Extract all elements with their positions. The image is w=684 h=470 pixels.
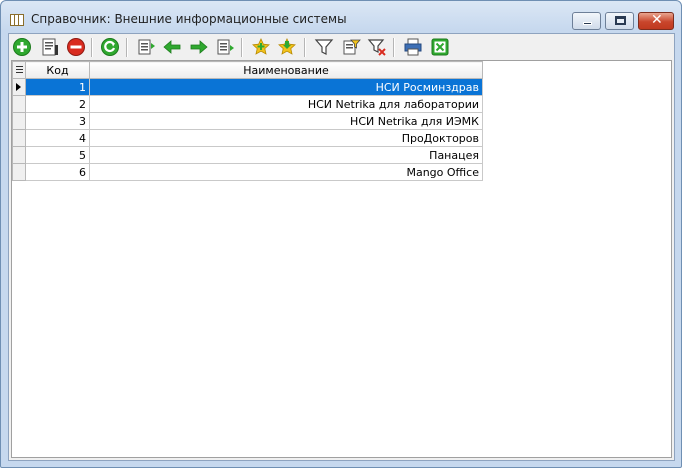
cell-name[interactable]: ПроДокторов — [89, 129, 483, 147]
add-favorite-button[interactable] — [251, 37, 271, 57]
print-button[interactable] — [403, 37, 423, 57]
grid-header-row: Код Наименование — [12, 61, 483, 79]
row-indicator[interactable] — [12, 129, 26, 147]
row-indicator[interactable] — [12, 78, 26, 96]
star-arrow-icon — [278, 38, 296, 55]
move-next-button[interactable] — [189, 37, 209, 57]
cell-code[interactable]: 5 — [25, 146, 90, 164]
table-row[interactable]: 3 НСИ Netrika для ИЭМК — [12, 112, 483, 130]
client-area: Код Наименование 1 НСИ Росминздрав 2 НСИ… — [8, 33, 675, 461]
minimize-button[interactable] — [572, 12, 601, 30]
red-minus-icon — [67, 38, 85, 56]
green-plus-icon — [13, 38, 31, 56]
data-grid[interactable]: Код Наименование 1 НСИ Росминздрав 2 НСИ… — [11, 60, 672, 458]
move-prev-button[interactable] — [162, 37, 182, 57]
filter-icon — [314, 39, 334, 55]
row-indicator[interactable] — [12, 95, 26, 113]
cell-name[interactable]: НСИ Netrika для ИЭМК — [89, 112, 483, 130]
list-last-icon — [217, 39, 234, 55]
current-row-arrow-icon — [16, 83, 21, 91]
table-row[interactable]: 5 Панацея — [12, 146, 483, 164]
row-indicator[interactable] — [12, 112, 26, 130]
excel-icon — [431, 38, 449, 56]
grid-table: Код Наименование 1 НСИ Росминздрав 2 НСИ… — [12, 61, 483, 181]
maximize-icon — [615, 16, 626, 25]
green-arrow-left-icon — [163, 40, 181, 54]
row-indicator[interactable] — [12, 163, 26, 181]
cell-code[interactable]: 6 — [25, 163, 90, 181]
close-button[interactable]: ✕ — [638, 12, 674, 30]
filter-clear-icon — [367, 39, 386, 56]
cell-name[interactable]: Mango Office — [89, 163, 483, 181]
window-title: Справочник: Внешние информационные систе… — [31, 12, 347, 26]
table-icon — [10, 14, 24, 26]
column-header-name[interactable]: Наименование — [89, 61, 483, 79]
filter-clear-button[interactable] — [367, 37, 387, 57]
window: Справочник: Внешние информационные систе… — [0, 0, 682, 468]
star-plus-icon — [252, 38, 270, 55]
toolbar — [9, 34, 674, 60]
cell-code[interactable]: 1 — [25, 78, 90, 96]
cell-code[interactable]: 2 — [25, 95, 90, 113]
move-first-button[interactable] — [136, 37, 156, 57]
column-header-code[interactable]: Код — [25, 61, 90, 79]
table-row[interactable]: 1 НСИ Росминздрав — [12, 78, 483, 96]
printer-icon — [404, 38, 422, 56]
toolbar-separator — [304, 38, 306, 57]
toolbar-separator — [126, 38, 128, 57]
filter-edit-icon — [343, 39, 361, 55]
add-button[interactable] — [12, 37, 32, 57]
cell-name[interactable]: НСИ Netrika для лаборатории — [89, 95, 483, 113]
refresh-button[interactable] — [100, 37, 120, 57]
export-excel-button[interactable] — [430, 37, 450, 57]
cell-name[interactable]: Панацея — [89, 146, 483, 164]
title-bar[interactable]: Справочник: Внешние информационные систе… — [1, 1, 681, 33]
table-row[interactable]: 4 ПроДокторов — [12, 129, 483, 147]
row-selector-header[interactable] — [12, 61, 26, 79]
row-indicator[interactable] — [12, 146, 26, 164]
green-arrow-right-icon — [190, 40, 208, 54]
filter-button[interactable] — [314, 37, 334, 57]
maximize-button[interactable] — [605, 12, 634, 30]
table-row[interactable]: 6 Mango Office — [12, 163, 483, 181]
delete-button[interactable] — [66, 37, 86, 57]
filter-edit-button[interactable] — [341, 37, 361, 57]
green-refresh-icon — [101, 38, 119, 56]
column-chooser-icon — [16, 65, 23, 74]
edit-button[interactable] — [40, 37, 60, 57]
toolbar-separator — [91, 38, 93, 57]
favorite-down-button[interactable] — [277, 37, 297, 57]
close-icon: ✕ — [651, 12, 663, 28]
toolbar-separator — [393, 38, 395, 57]
move-last-button[interactable] — [215, 37, 235, 57]
edit-document-icon — [42, 38, 58, 56]
cell-code[interactable]: 3 — [25, 112, 90, 130]
minimize-icon — [583, 22, 592, 25]
toolbar-separator — [241, 38, 243, 57]
table-row[interactable]: 2 НСИ Netrika для лаборатории — [12, 95, 483, 113]
list-first-icon — [138, 39, 155, 55]
cell-code[interactable]: 4 — [25, 129, 90, 147]
cell-name[interactable]: НСИ Росминздрав — [89, 78, 483, 96]
